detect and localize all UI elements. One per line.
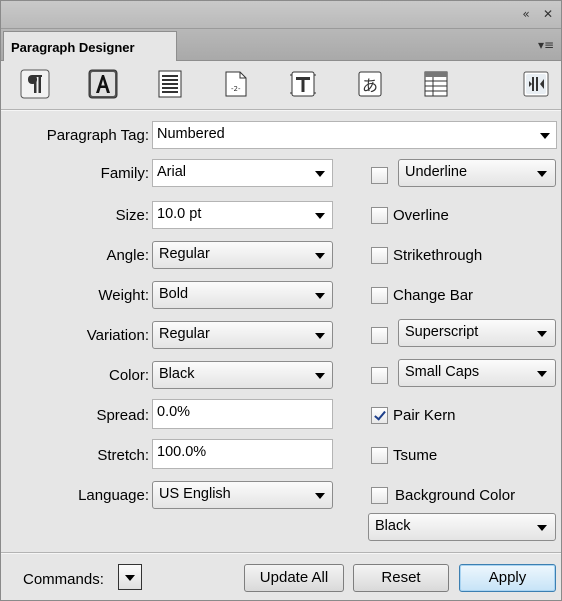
family-label: Family: bbox=[100, 165, 149, 182]
variation-label: Variation: bbox=[86, 327, 149, 344]
strikethrough-label: Strikethrough bbox=[393, 247, 483, 264]
underline-select[interactable]: Underline bbox=[398, 159, 556, 187]
variation-select[interactable]: Regular bbox=[152, 321, 333, 349]
reset-button[interactable]: Reset bbox=[353, 564, 449, 592]
tab-paragraph-designer[interactable]: Paragraph Designer bbox=[3, 31, 177, 61]
overline-checkbox[interactable] bbox=[371, 207, 388, 224]
weight-value: Bold bbox=[159, 286, 189, 302]
angle-select[interactable]: Regular bbox=[152, 241, 333, 269]
chevron-down-icon bbox=[537, 525, 547, 531]
panel-title-bar: « ✕ bbox=[1, 1, 561, 29]
numbering-icon[interactable]: -2- bbox=[219, 67, 253, 101]
change-bar-label: Change Bar bbox=[393, 287, 474, 304]
small-caps-value: Small Caps bbox=[405, 364, 480, 380]
color-label: Color: bbox=[108, 367, 149, 384]
chevron-down-icon bbox=[537, 171, 547, 177]
chevron-down-icon bbox=[315, 213, 325, 219]
chevron-down-icon bbox=[315, 493, 325, 499]
weight-select[interactable]: Bold bbox=[152, 281, 333, 309]
properties-toolbar: -2- あ bbox=[1, 63, 561, 107]
superscript-value: Superscript bbox=[405, 324, 479, 340]
chevron-down-icon bbox=[315, 253, 325, 259]
advanced-icon[interactable] bbox=[286, 67, 320, 101]
superscript-checkbox[interactable] bbox=[371, 327, 388, 344]
weight-label: Weight: bbox=[98, 287, 149, 304]
strikethrough-checkbox[interactable] bbox=[371, 247, 388, 264]
apply-button[interactable]: Apply bbox=[459, 564, 556, 592]
svg-text:-2-: -2- bbox=[231, 85, 241, 93]
background-color-value: Black bbox=[375, 518, 411, 534]
superscript-select[interactable]: Superscript bbox=[398, 319, 556, 347]
small-caps-checkbox[interactable] bbox=[371, 367, 388, 384]
chevron-down-icon bbox=[315, 373, 325, 379]
chevron-down-icon bbox=[540, 133, 550, 139]
spread-value: 0.0% bbox=[157, 404, 191, 420]
angle-label: Angle: bbox=[106, 247, 149, 264]
commands-label: Commands: bbox=[23, 571, 104, 588]
update-all-button[interactable]: Update All bbox=[244, 564, 344, 592]
close-icon[interactable]: ✕ bbox=[539, 6, 557, 22]
small-caps-select[interactable]: Small Caps bbox=[398, 359, 556, 387]
underline-value: Underline bbox=[405, 164, 468, 180]
paragraph-designer-panel: « ✕ Paragraph Designer ▾≡ -2- あ Paragrap… bbox=[0, 0, 562, 601]
spread-input[interactable]: 0.0% bbox=[152, 399, 333, 429]
spread-label: Spread: bbox=[96, 407, 149, 424]
variation-value: Regular bbox=[159, 326, 210, 342]
chevron-down-icon bbox=[315, 171, 325, 177]
family-combo[interactable]: Arial bbox=[152, 159, 333, 187]
background-color-select[interactable]: Black bbox=[368, 513, 556, 541]
asian-icon[interactable]: あ bbox=[353, 67, 387, 101]
paragraph-tag-value: Numbered bbox=[157, 126, 225, 142]
footer-divider bbox=[1, 552, 561, 554]
svg-text:あ: あ bbox=[362, 76, 378, 95]
chevron-down-icon bbox=[315, 293, 325, 299]
pagination-icon[interactable] bbox=[153, 67, 187, 101]
background-color-checkbox[interactable] bbox=[371, 487, 388, 504]
language-select[interactable]: US English bbox=[152, 481, 333, 509]
size-combo[interactable]: 10.0 pt bbox=[152, 201, 333, 229]
default-font-icon[interactable] bbox=[86, 67, 120, 101]
language-label: Language: bbox=[78, 487, 149, 504]
stretch-label: Stretch: bbox=[97, 447, 149, 464]
chevron-down-icon bbox=[315, 333, 325, 339]
pair-kern-label: Pair Kern bbox=[393, 407, 456, 424]
table-cell-icon[interactable] bbox=[419, 67, 453, 101]
stretch-value: 100.0% bbox=[157, 444, 207, 460]
background-color-label: Background Color bbox=[395, 487, 516, 504]
pair-kern-checkbox[interactable] bbox=[371, 407, 388, 424]
stretch-input[interactable]: 100.0% bbox=[152, 439, 333, 469]
family-value: Arial bbox=[157, 164, 187, 180]
underline-checkbox[interactable] bbox=[371, 167, 388, 184]
direction-icon[interactable] bbox=[519, 67, 553, 101]
panel-menu-icon[interactable]: ▾≡ bbox=[538, 38, 554, 52]
color-value: Black bbox=[159, 366, 195, 382]
collapse-icon[interactable]: « bbox=[517, 6, 535, 22]
chevron-down-icon bbox=[125, 575, 135, 581]
tsume-label: Tsume bbox=[393, 447, 438, 464]
basic-properties-icon[interactable] bbox=[18, 67, 52, 101]
change-bar-checkbox[interactable] bbox=[371, 287, 388, 304]
size-label: Size: bbox=[115, 207, 149, 224]
size-value: 10.0 pt bbox=[157, 206, 202, 222]
angle-value: Regular bbox=[159, 246, 210, 262]
panel-tab-strip: Paragraph Designer ▾≡ bbox=[1, 29, 561, 61]
tsume-checkbox[interactable] bbox=[371, 447, 388, 464]
paragraph-tag-label: Paragraph Tag: bbox=[46, 127, 149, 144]
overline-label: Overline bbox=[393, 207, 449, 224]
paragraph-tag-combo[interactable]: Numbered bbox=[152, 121, 557, 149]
language-value: US English bbox=[159, 486, 231, 502]
toolbar-divider bbox=[1, 109, 561, 111]
color-select[interactable]: Black bbox=[152, 361, 333, 389]
chevron-down-icon bbox=[537, 331, 547, 337]
commands-dropdown[interactable] bbox=[118, 564, 142, 590]
chevron-down-icon bbox=[537, 371, 547, 377]
